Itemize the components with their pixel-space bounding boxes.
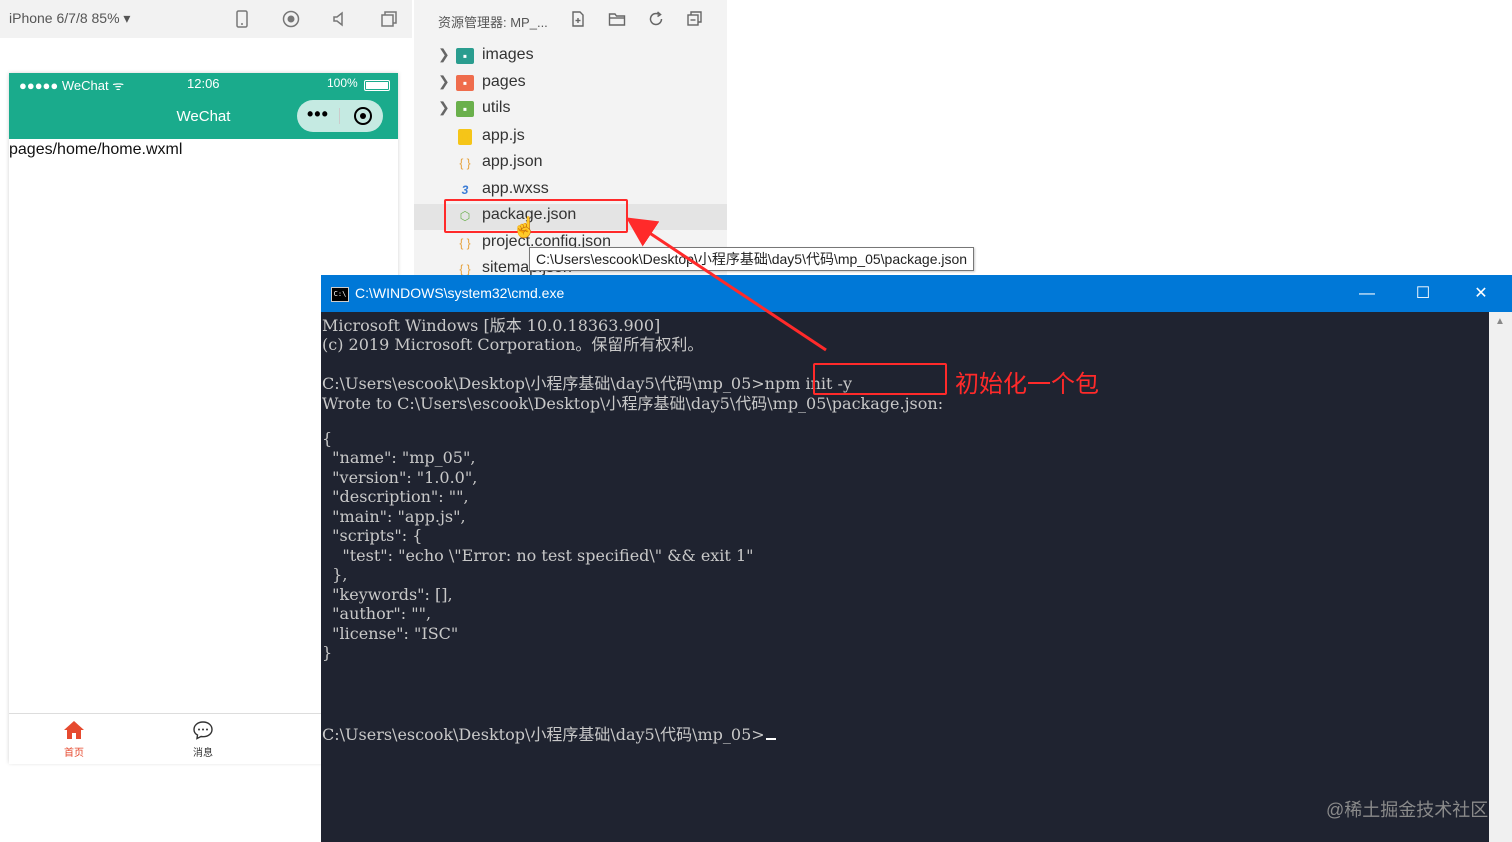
console-line: }, (322, 565, 348, 584)
tree-file-app-js[interactable]: ■ app.js (414, 125, 727, 151)
new-folder-icon[interactable] (607, 10, 627, 30)
home-icon (44, 720, 104, 744)
tree-item-label: app.wxss (482, 180, 549, 197)
collapse-all-icon[interactable] (685, 10, 705, 30)
text-cursor (765, 738, 776, 740)
console-line: "version": "1.0.0", (322, 468, 478, 487)
images-folder-icon: ▪ (456, 48, 474, 64)
tree-item-label: pages (482, 73, 526, 90)
json-file-icon: { } (459, 236, 471, 250)
close-target-icon[interactable] (354, 107, 372, 125)
console-line: "main": "app.js", (322, 507, 466, 526)
tab-message[interactable]: 消息 (173, 720, 233, 759)
status-time: 12:06 (187, 76, 220, 91)
chevron-right-icon[interactable]: ❯ (438, 73, 450, 90)
tree-folder-pages[interactable]: ❯ ▪ pages (414, 71, 727, 97)
console-line: "scripts": { (322, 526, 423, 545)
console-line: (c) 2019 Microsoft Corporation。保留所有权利。 (322, 335, 704, 354)
close-button[interactable]: ✕ (1453, 275, 1509, 312)
simulator-toolbar: iPhone 6/7/8 85% ▾ (0, 0, 412, 38)
scroll-up-icon[interactable]: ▲ (1495, 316, 1505, 327)
tab-message-label: 消息 (193, 748, 213, 759)
chevron-right-icon[interactable]: ❯ (438, 99, 450, 116)
capsule-button[interactable]: ••• (297, 100, 383, 132)
utils-folder-icon: ▪ (456, 101, 474, 117)
console-line: "author": "", (322, 604, 432, 623)
status-carrier: ●●●●● WeChat ᯤ (19, 78, 125, 93)
cmd-window: C:\ C:\WINDOWS\system32\cmd.exe — ☐ ✕ Mi… (321, 275, 1512, 842)
battery-icon (364, 80, 390, 91)
console-prompt: C:\Users\escook\Desktop\小程序基础\day5\代码\mp… (322, 725, 765, 744)
tab-home-label: 首页 (64, 748, 84, 759)
tree-folder-utils[interactable]: ❯ ▪ utils (414, 97, 727, 123)
phone-icon[interactable] (233, 10, 251, 28)
highlight-box-command (813, 363, 947, 395)
device-select[interactable]: iPhone 6/7/8 85% ▾ (9, 10, 130, 27)
annotation-label: 初始化一个包 (955, 370, 1099, 398)
json-file-icon: { } (459, 156, 471, 170)
path-tooltip: C:\Users\escook\Desktop\小程序基础\day5\代码\mp… (529, 247, 975, 271)
hand-cursor-icon: ☝ (512, 217, 537, 239)
window-icon[interactable] (380, 10, 398, 28)
tab-home[interactable]: 首页 (44, 720, 104, 759)
console-line: "test": "echo \"Error: no test specified… (322, 546, 754, 565)
explorer-title: 资源管理器: MP_... (438, 15, 548, 30)
refresh-icon[interactable] (646, 10, 666, 30)
maximize-button[interactable]: ☐ (1395, 275, 1451, 312)
scrollbar[interactable]: ▲ (1489, 312, 1512, 842)
wxss-file-icon: 3 (461, 183, 469, 197)
tree-folder-images[interactable]: ❯ ▪ images (414, 44, 727, 70)
message-icon (173, 720, 233, 744)
resource-explorer: 资源管理器: MP_... ❯ ▪ images ❯ ▪ pages ❯ ▪ u… (414, 0, 727, 280)
console-line: "keywords": [], (322, 585, 453, 604)
js-file-icon: ■ (458, 129, 472, 145)
console-prompt-line: C:\Users\escook\Desktop\小程序基础\day5\代码\mp… (322, 721, 776, 745)
record-icon[interactable] (282, 10, 300, 28)
new-file-icon[interactable] (568, 10, 588, 30)
console-line: { (322, 429, 333, 448)
chevron-right-icon[interactable]: ❯ (438, 46, 450, 63)
tree-item-label: images (482, 46, 534, 63)
minimize-button[interactable]: — (1339, 275, 1395, 312)
tree-item-label: app.js (482, 127, 525, 144)
watermark: @稀土掘金技术社区 (1326, 800, 1489, 820)
tree-item-label: utils (482, 99, 511, 116)
status-battery-text: 100% (327, 76, 358, 90)
tree-item-label: app.json (482, 153, 543, 170)
console-line: "license": "ISC" (322, 624, 459, 643)
console-line: "description": "", (322, 487, 469, 506)
console-line: } (322, 643, 333, 662)
cmd-icon: C:\ (331, 287, 349, 302)
page-content-text: pages/home/home.wxml (9, 141, 183, 158)
pages-folder-icon: ▪ (456, 75, 474, 91)
more-icon[interactable]: ••• (307, 104, 329, 125)
console-line: "name": "mp_05", (322, 448, 476, 467)
cmd-title: C:\WINDOWS\system32\cmd.exe (355, 285, 565, 301)
cmd-titlebar[interactable]: C:\ C:\WINDOWS\system32\cmd.exe — ☐ ✕ (321, 275, 1512, 312)
speaker-icon[interactable] (331, 10, 349, 28)
capsule-divider (339, 108, 340, 124)
phone-header: ●●●●● WeChat ᯤ 12:06 100% WeChat ••• (9, 73, 398, 139)
tree-file-app-json[interactable]: { } app.json (414, 151, 727, 177)
